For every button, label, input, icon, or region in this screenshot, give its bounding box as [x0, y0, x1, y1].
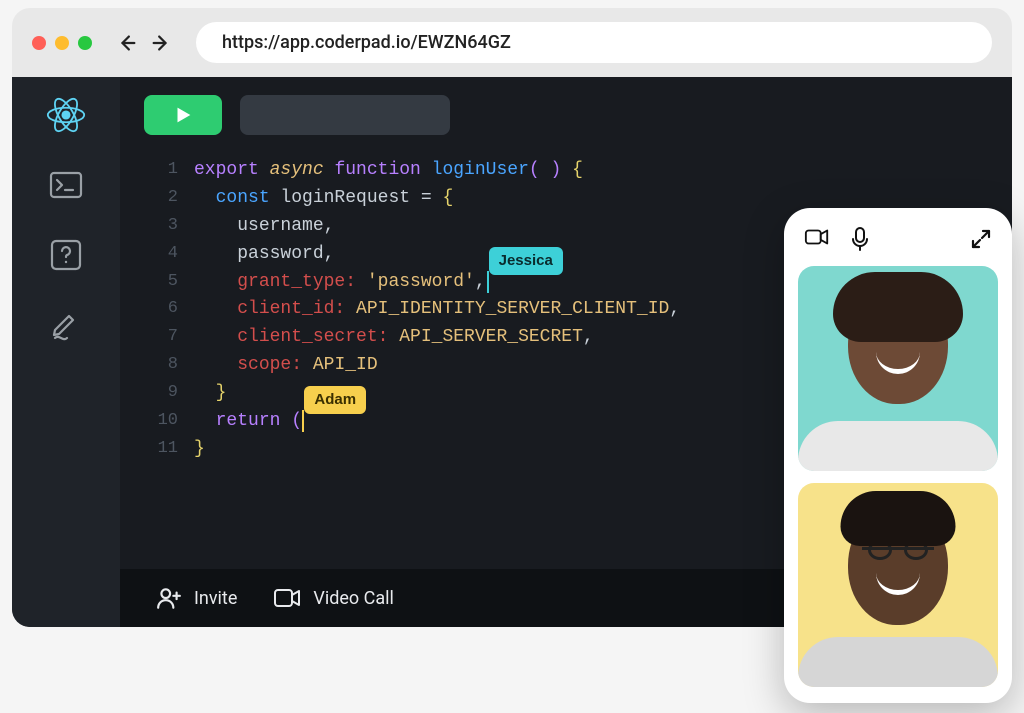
- camera-icon[interactable]: [804, 226, 830, 252]
- language-selector[interactable]: [240, 95, 450, 135]
- line-number: 7: [144, 324, 178, 352]
- line-number: 2: [144, 185, 178, 213]
- code-content: client_secret: API_SERVER_SECRET,: [194, 324, 594, 352]
- line-number: 6: [144, 296, 178, 324]
- invite-icon: [156, 585, 182, 611]
- line-number: 5: [144, 269, 178, 297]
- browser-chrome: https://app.coderpad.io/EWZN64GZ: [12, 8, 1012, 77]
- maximize-window-button[interactable]: [78, 36, 92, 50]
- video-icon: [273, 587, 301, 609]
- video-panel-controls: [798, 224, 998, 254]
- draw-icon[interactable]: [46, 305, 86, 345]
- expand-icon[interactable]: [970, 228, 992, 250]
- back-button[interactable]: [116, 32, 138, 54]
- collab-cursor-label: Jessica: [489, 247, 563, 275]
- code-content: scope: API_ID: [194, 352, 378, 380]
- collab-cursor: [487, 271, 489, 293]
- code-content: const loginRequest = {: [194, 185, 453, 213]
- line-number: 11: [144, 436, 178, 464]
- address-bar[interactable]: https://app.coderpad.io/EWZN64GZ: [196, 22, 992, 63]
- window-controls: [32, 36, 92, 50]
- code-content: password,: [194, 241, 334, 269]
- editor-toolbar: [120, 77, 1012, 135]
- sidebar: [12, 77, 120, 627]
- invite-button[interactable]: Invite: [156, 585, 237, 611]
- line-number: 4: [144, 241, 178, 269]
- run-button[interactable]: [144, 95, 222, 135]
- react-logo-icon: [46, 95, 86, 135]
- line-number: 3: [144, 213, 178, 241]
- video-tile-2[interactable]: [798, 483, 998, 688]
- close-window-button[interactable]: [32, 36, 46, 50]
- nav-arrows: [116, 32, 172, 54]
- line-number: 1: [144, 157, 178, 185]
- code-content: return (: [194, 408, 302, 436]
- code-content: }: [194, 380, 226, 408]
- forward-button[interactable]: [150, 32, 172, 54]
- code-line[interactable]: 1 export async function loginUser( ) {: [144, 157, 988, 185]
- code-content: client_id: API_IDENTITY_SERVER_CLIENT_ID…: [194, 296, 680, 324]
- line-number: 10: [144, 408, 178, 436]
- video-panel: [784, 208, 1012, 703]
- line-number: 8: [144, 352, 178, 380]
- code-content: }: [194, 436, 205, 464]
- line-number: 9: [144, 380, 178, 408]
- code-content: grant_type: 'password',: [194, 269, 486, 297]
- video-call-button[interactable]: Video Call: [273, 587, 394, 609]
- code-content: username,: [194, 213, 334, 241]
- code-content: export async function loginUser( ) {: [194, 157, 583, 185]
- minimize-window-button[interactable]: [55, 36, 69, 50]
- mic-icon[interactable]: [850, 226, 870, 252]
- collab-cursor: [302, 410, 304, 432]
- video-tile-1[interactable]: [798, 266, 998, 471]
- invite-label: Invite: [194, 588, 237, 609]
- video-call-label: Video Call: [313, 588, 394, 609]
- help-icon[interactable]: [46, 235, 86, 275]
- collab-cursor-label: Adam: [304, 386, 366, 414]
- terminal-icon[interactable]: [46, 165, 86, 205]
